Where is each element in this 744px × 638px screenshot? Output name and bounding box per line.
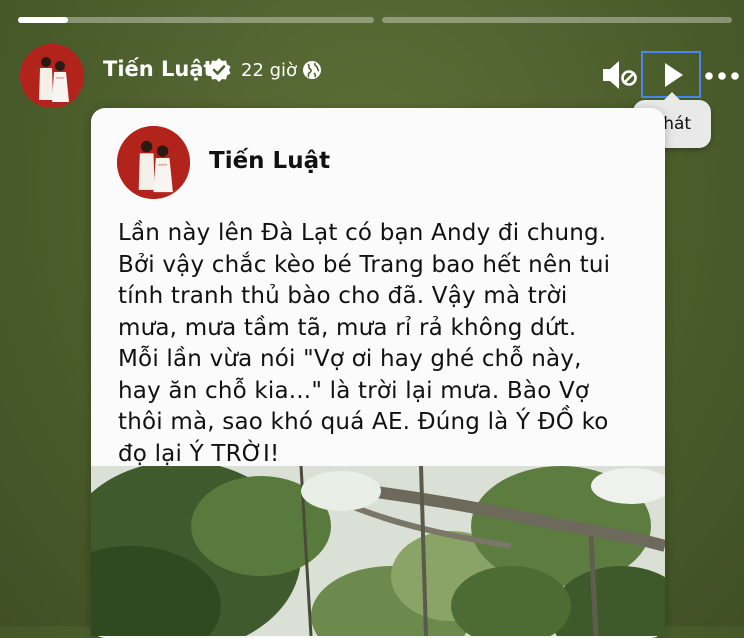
post-photo[interactable] — [91, 466, 665, 636]
post-text-line: mưa, mưa tầm tã, mưa rỉ rả không dứt. — [118, 314, 577, 341]
story-progress-fill — [18, 17, 68, 23]
author-name[interactable]: Tiến Luật — [103, 57, 214, 81]
author-avatar[interactable] — [20, 44, 84, 108]
post-text-line: tính tranh thủ bào cho đã. Vậy mà trời — [118, 283, 568, 309]
speaker-muted-icon[interactable] — [600, 58, 640, 92]
post-text-line: Lần này lên Đà Lạt có bạn Andy đi chung. — [118, 220, 607, 246]
verified-badge-icon — [207, 58, 231, 82]
post-time: 22 giờ — [241, 60, 298, 81]
card-author-avatar — [117, 126, 190, 199]
more-options-button[interactable] — [704, 68, 744, 82]
play-button[interactable] — [641, 51, 701, 98]
globe-icon — [303, 61, 321, 79]
play-icon — [665, 63, 683, 87]
post-text: Lần này lên Đà Lạt có bạn Andy đi chung.… — [118, 218, 658, 470]
card-author-name: Tiến Luật — [209, 148, 331, 174]
more-horizontal-icon — [705, 72, 739, 80]
post-text-line: hay ăn chỗ kia..." là trời lại mưa. Bào … — [118, 377, 590, 404]
post-text-line: thôi mà, sao khó quá AE. Đúng là Ý ĐỒ ko — [118, 409, 609, 435]
story-progress-bar-1 — [18, 17, 374, 23]
post-text-line: Bởi vậy chắc kèo bé Trang bao hết nên tu… — [118, 251, 611, 278]
story-progress-bar-2 — [382, 17, 732, 23]
post-text-line: Mỗi lần vừa nói "Vợ ơi hay ghé chỗ này, — [118, 346, 582, 372]
